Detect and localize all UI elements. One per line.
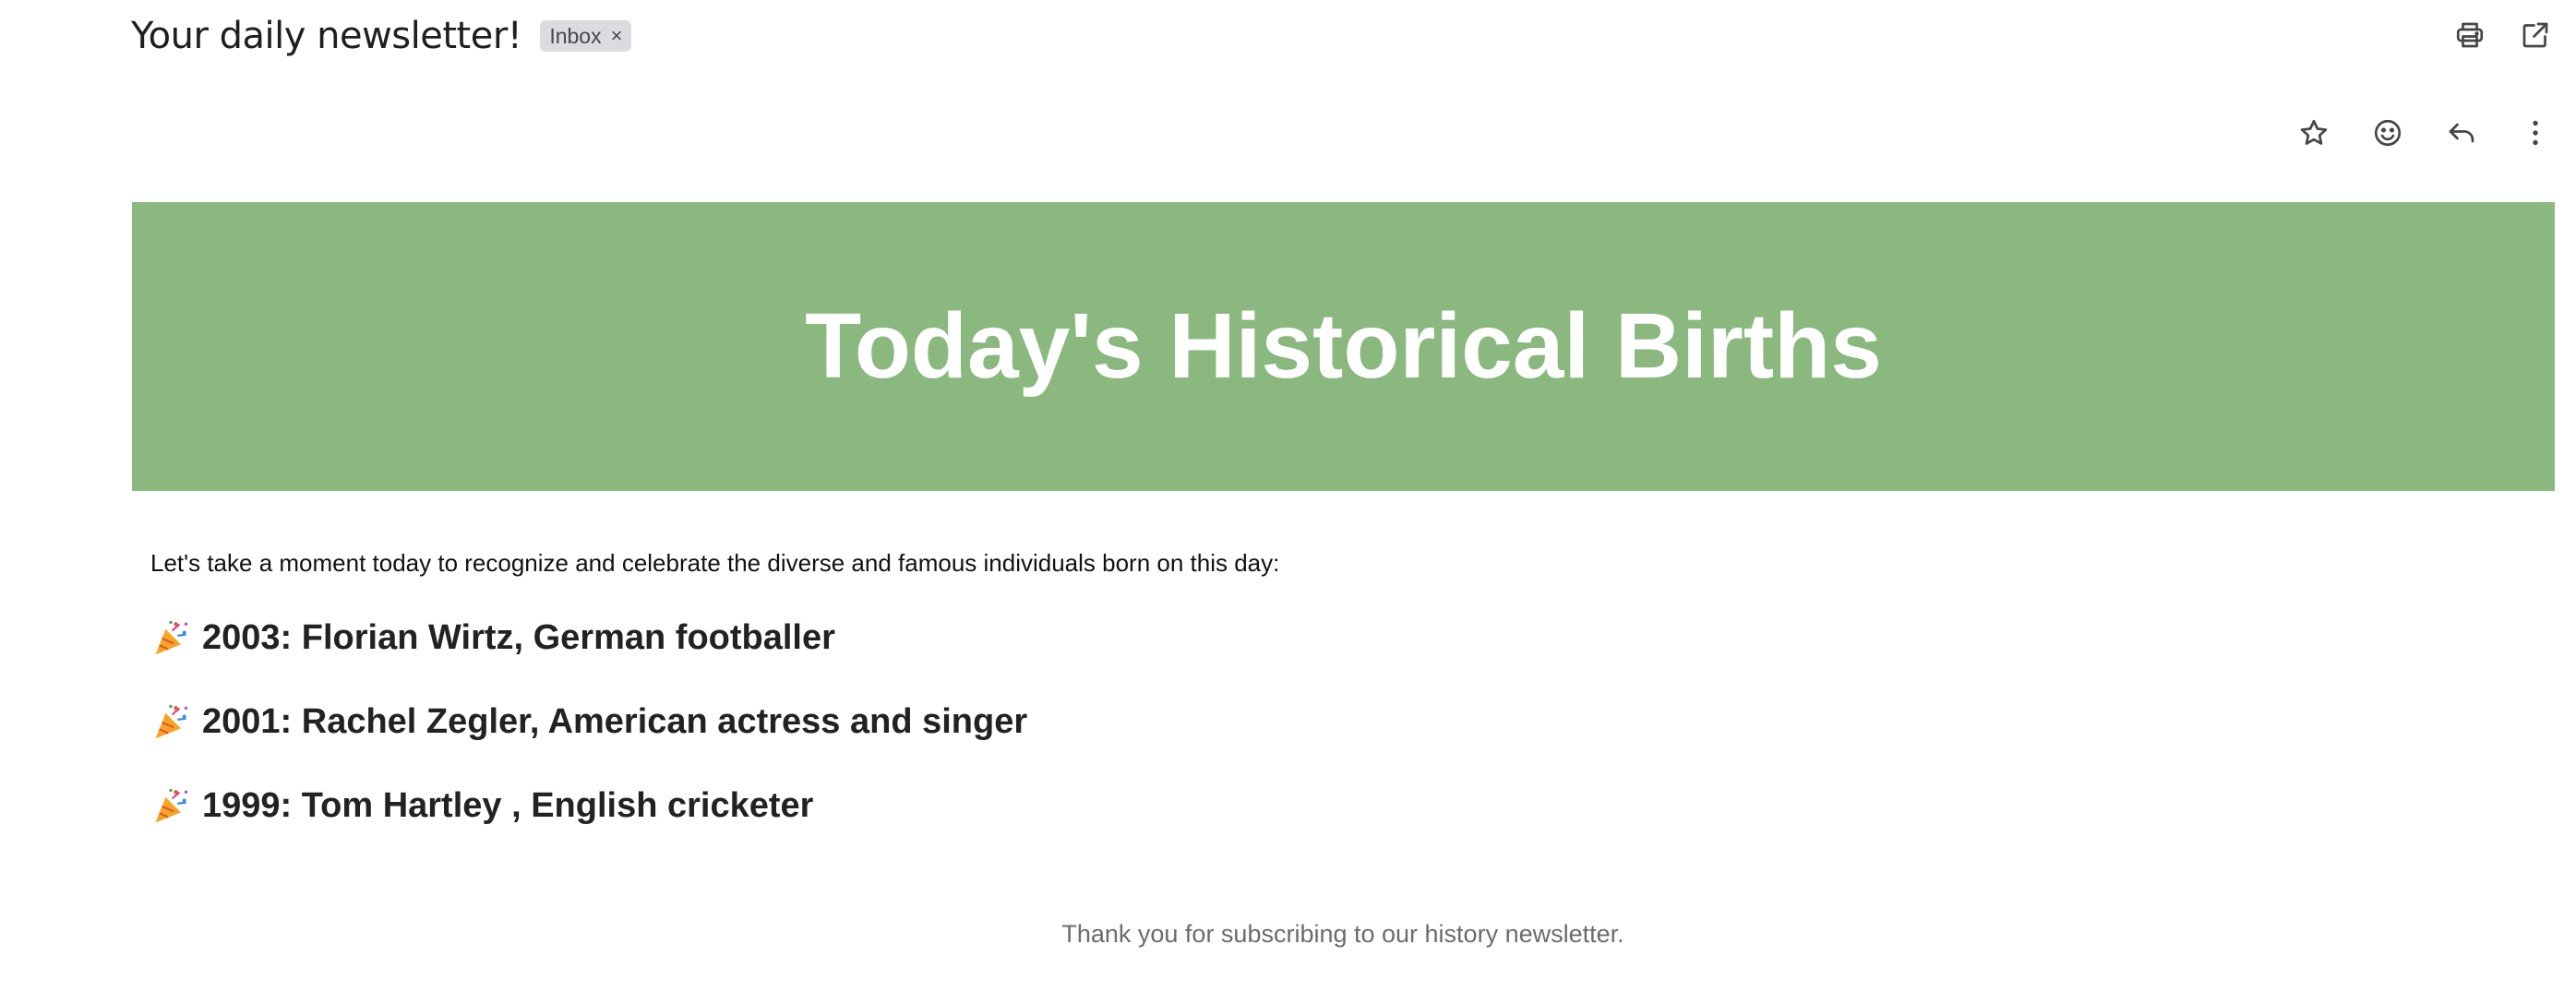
print-button[interactable] [2446, 11, 2494, 59]
open-in-new-window-icon [2522, 22, 2548, 48]
births-list: 2003: Florian Wirtz, German footballer 2… [150, 614, 1027, 866]
party-popper-icon [155, 620, 188, 655]
birth-entry: 2001: Rachel Zegler, American actress an… [202, 701, 1028, 741]
label-chip-text: Inbox [549, 23, 602, 48]
email-subject: Your daily newsletter! [131, 15, 522, 57]
birth-entry: 1999: Tom Hartley , English cricketer [202, 785, 814, 825]
inbox-label-chip[interactable]: Inbox × [540, 20, 632, 52]
reply-icon [2449, 123, 2474, 143]
star-icon [2300, 119, 2328, 145]
newsletter-footer: Thank you for subscribing to our history… [1061, 920, 1624, 948]
newsletter-banner: Today's Historical Births [132, 202, 2555, 491]
email-header: Your daily newsletter! Inbox × [131, 11, 632, 61]
list-item: 2003: Florian Wirtz, German footballer [150, 614, 1027, 662]
add-reaction-icon [2374, 119, 2402, 147]
birth-entry: 2003: Florian Wirtz, German footballer [202, 617, 835, 657]
reply-button[interactable] [2438, 109, 2486, 157]
more-vert-icon [2533, 120, 2538, 146]
party-popper-icon [155, 788, 188, 823]
add-reaction-button[interactable] [2364, 109, 2412, 157]
email-view: Your daily newsletter! Inbox × Today's H… [0, 0, 2576, 992]
remove-label-button[interactable]: × [611, 24, 623, 48]
party-popper-icon [155, 704, 188, 739]
open-in-new-window-button[interactable] [2511, 11, 2559, 59]
more-options-button[interactable] [2511, 109, 2559, 157]
banner-title: Today's Historical Births [805, 294, 1882, 398]
list-item: 2001: Rachel Zegler, American actress an… [150, 698, 1027, 746]
newsletter-intro: Let's take a moment today to recognize a… [150, 549, 1280, 577]
print-icon [2456, 22, 2484, 48]
list-item: 1999: Tom Hartley , English cricketer [150, 782, 1027, 830]
star-button[interactable] [2290, 109, 2338, 157]
